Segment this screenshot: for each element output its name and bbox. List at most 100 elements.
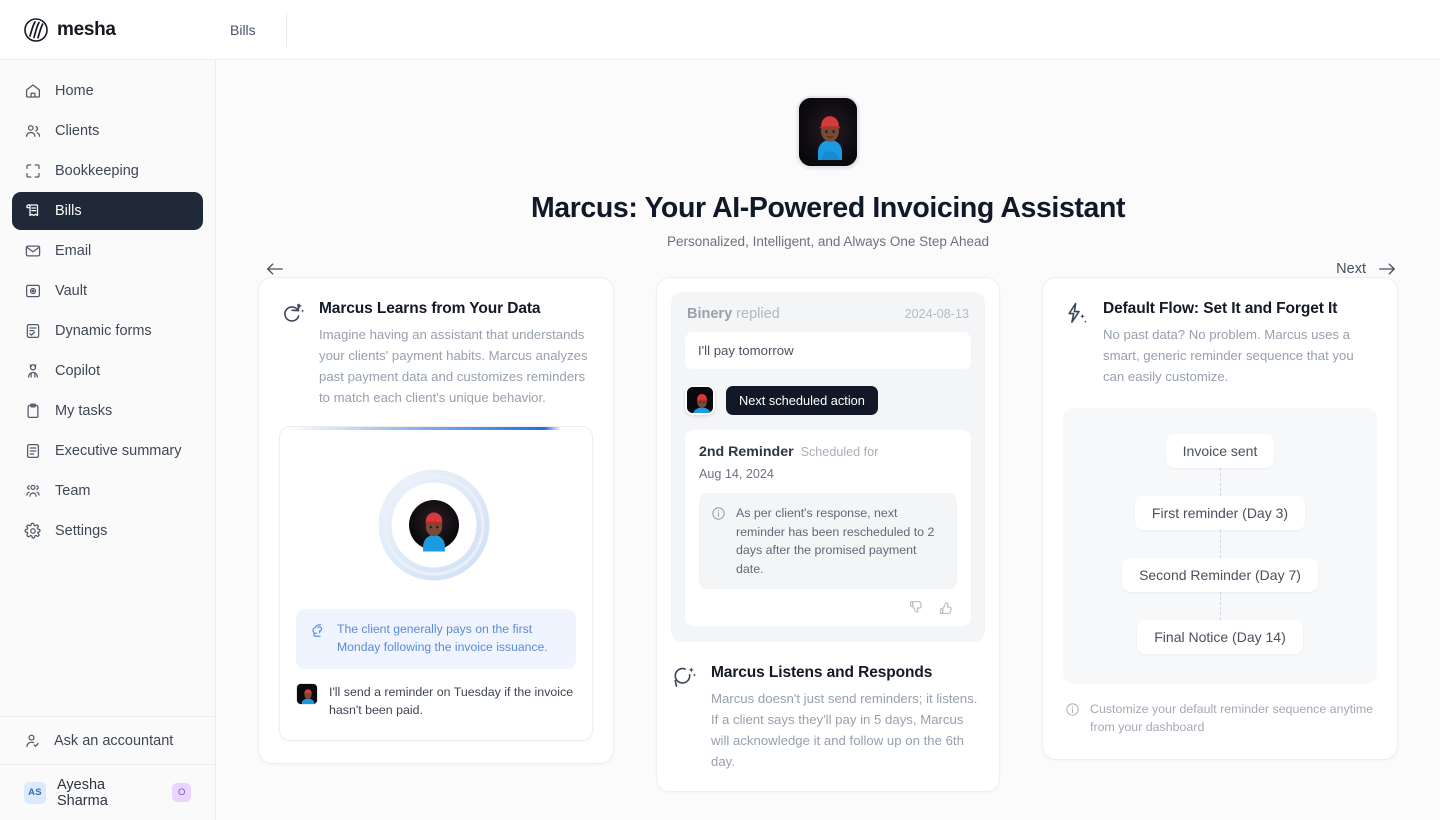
default-flow-sequence: Invoice sent First reminder (Day 3) Seco… bbox=[1063, 407, 1377, 684]
user-name: Ayesha Sharma bbox=[57, 776, 108, 809]
reminder-scheduled-label: Scheduled for bbox=[800, 445, 879, 459]
demo-inner: The client generally pays on the first M… bbox=[280, 427, 592, 739]
brand[interactable]: mesha bbox=[0, 17, 216, 42]
robot-icon bbox=[27, 364, 39, 378]
flow-step[interactable]: Invoice sent bbox=[1165, 433, 1275, 468]
sidebar-item-my-tasks[interactable]: My tasks bbox=[12, 392, 203, 430]
envelope-icon bbox=[25, 245, 41, 257]
assistant-reply: I'll send a reminder on Tuesday if the i… bbox=[296, 682, 576, 720]
brain-icon bbox=[312, 624, 323, 638]
team-icon bbox=[26, 484, 40, 497]
card-listens-and-responds: Binery replied 2024-08-13 I'll pay tomor… bbox=[656, 277, 1000, 792]
flow-step[interactable]: First reminder (Day 3) bbox=[1134, 495, 1306, 530]
sidebar-item-executive-summary[interactable]: Executive summary bbox=[12, 432, 203, 470]
sidebar-item-copilot[interactable]: Copilot bbox=[12, 352, 203, 390]
card-title: Default Flow: Set It and Forget It bbox=[1103, 300, 1338, 317]
ask-an-accountant-label: Ask an accountant bbox=[54, 732, 174, 749]
reminder-feedback-actions bbox=[699, 599, 957, 616]
users-icon bbox=[25, 125, 41, 137]
home-icon bbox=[25, 84, 41, 98]
sidebar-item-label: Home bbox=[55, 83, 94, 99]
thread-sender-verb: replied bbox=[736, 306, 780, 322]
sidebar-item-clients[interactable]: Clients bbox=[12, 112, 203, 150]
marcus-avatar bbox=[797, 96, 859, 168]
form-check-icon bbox=[26, 323, 40, 339]
assistant-reply-text: I'll send a reminder on Tuesday if the i… bbox=[329, 684, 574, 718]
user-profile[interactable]: AS Ayesha Sharma O bbox=[0, 764, 215, 820]
card-description: Marcus doesn't just send reminders; it l… bbox=[711, 691, 978, 770]
thumbs-down-icon[interactable] bbox=[908, 599, 925, 616]
clipboard-icon bbox=[27, 403, 39, 419]
card-description: No past data? No problem. Marcus uses a … bbox=[1103, 327, 1354, 384]
marcus-avatar bbox=[685, 385, 715, 415]
marcus-avatar bbox=[296, 682, 318, 705]
receipt-icon bbox=[26, 204, 39, 217]
app-root: mesha Bills Home Clients Bookkeeping Bil… bbox=[0, 0, 1440, 820]
card-description: Imagine having an assistant that underst… bbox=[319, 327, 588, 405]
arrow-left-icon bbox=[267, 263, 283, 275]
info-icon bbox=[712, 507, 725, 520]
flow-footnote: Customize your default reminder sequence… bbox=[1063, 700, 1377, 737]
sparkle-refresh-icon bbox=[284, 303, 305, 322]
marcus-avatar-graphic bbox=[687, 387, 713, 413]
hero: Marcus: Your AI-Powered Invoicing Assist… bbox=[216, 60, 1440, 277]
next-scheduled-action-chip: Next scheduled action bbox=[726, 385, 878, 415]
sidebar-item-dynamic-forms[interactable]: Dynamic forms bbox=[12, 312, 203, 350]
card-header: Default Flow: Set It and Forget It No pa… bbox=[1063, 300, 1377, 388]
card-learns-from-data: Marcus Learns from Your Data Imagine hav… bbox=[258, 277, 614, 764]
sidebar-item-label: Clients bbox=[55, 123, 100, 139]
flow-step[interactable]: Final Notice (Day 14) bbox=[1137, 619, 1303, 654]
reminder-card: 2nd Reminder Scheduled for Aug 14, 2024 bbox=[685, 430, 971, 627]
flow-step[interactable]: Second Reminder (Day 7) bbox=[1122, 557, 1318, 592]
scan-corners-icon bbox=[26, 164, 40, 178]
document-lines-icon bbox=[26, 443, 40, 459]
feature-cards: Marcus Learns from Your Data Imagine hav… bbox=[216, 277, 1440, 792]
thread-sender-name: Binery bbox=[687, 306, 733, 322]
sidebar-item-label: Executive summary bbox=[55, 443, 182, 459]
next-action-row: Next scheduled action bbox=[685, 385, 971, 415]
next-button-label: Next bbox=[1336, 261, 1366, 277]
marcus-avatar-graphic bbox=[297, 683, 317, 704]
sidebar-item-bookkeeping[interactable]: Bookkeeping bbox=[12, 152, 203, 190]
sidebar-item-label: Email bbox=[55, 243, 92, 259]
avatar: AS bbox=[24, 781, 46, 804]
sidebar-item-settings[interactable]: Settings bbox=[12, 512, 203, 550]
top-nav: Bills bbox=[216, 0, 287, 60]
main-content: Marcus: Your AI-Powered Invoicing Assist… bbox=[216, 60, 1440, 820]
sidebar-item-label: Bills bbox=[55, 203, 82, 219]
sidebar-item-label: Team bbox=[55, 483, 91, 499]
sidebar-item-bills[interactable]: Bills bbox=[12, 192, 203, 230]
sidebar-item-label: Settings bbox=[55, 523, 108, 539]
thread-message: I'll pay tomorrow bbox=[685, 332, 971, 369]
status-badge: O bbox=[172, 783, 191, 802]
top-nav-tab-bills[interactable]: Bills bbox=[216, 0, 270, 60]
sidebar-item-home[interactable]: Home bbox=[12, 72, 203, 110]
ask-an-accountant-button[interactable]: Ask an accountant bbox=[0, 716, 215, 764]
message-thread: Binery replied 2024-08-13 I'll pay tomor… bbox=[671, 292, 985, 643]
thread-date: 2024-08-13 bbox=[904, 307, 969, 321]
sidebar-item-label: Dynamic forms bbox=[55, 323, 152, 339]
user-check-icon bbox=[26, 734, 39, 747]
ai-orb-graphic bbox=[378, 469, 490, 581]
insight-text: The client generally pays on the first M… bbox=[337, 622, 548, 655]
sidebar-item-vault[interactable]: Vault bbox=[12, 272, 203, 310]
sidebar-item-team[interactable]: Team bbox=[12, 472, 203, 510]
reminder-date: Aug 14, 2024 bbox=[699, 467, 774, 481]
page-subtitle: Personalized, Intelligent, and Always On… bbox=[667, 234, 989, 249]
thread-sender: Binery replied bbox=[687, 306, 780, 322]
card-header: Marcus Listens and Responds Marcus doesn… bbox=[671, 664, 985, 772]
sparkle-chat-icon bbox=[674, 667, 697, 688]
thumbs-up-icon[interactable] bbox=[938, 599, 955, 616]
sidebar-item-label: Bookkeeping bbox=[55, 163, 139, 179]
arrow-right-icon bbox=[1379, 263, 1395, 275]
next-button[interactable]: Next bbox=[1336, 260, 1398, 278]
sidebar-nav: Home Clients Bookkeeping Bills Email Vau… bbox=[0, 72, 215, 550]
card-default-flow: Default Flow: Set It and Forget It No pa… bbox=[1042, 277, 1398, 760]
sidebar-item-email[interactable]: Email bbox=[12, 232, 203, 270]
back-button[interactable] bbox=[264, 260, 286, 278]
sidebar: Home Clients Bookkeeping Bills Email Vau… bbox=[0, 60, 216, 820]
sparkle-bolt-icon bbox=[1068, 302, 1087, 324]
card-header: Marcus Learns from Your Data Imagine hav… bbox=[279, 300, 593, 408]
flow-connector bbox=[1219, 591, 1221, 620]
